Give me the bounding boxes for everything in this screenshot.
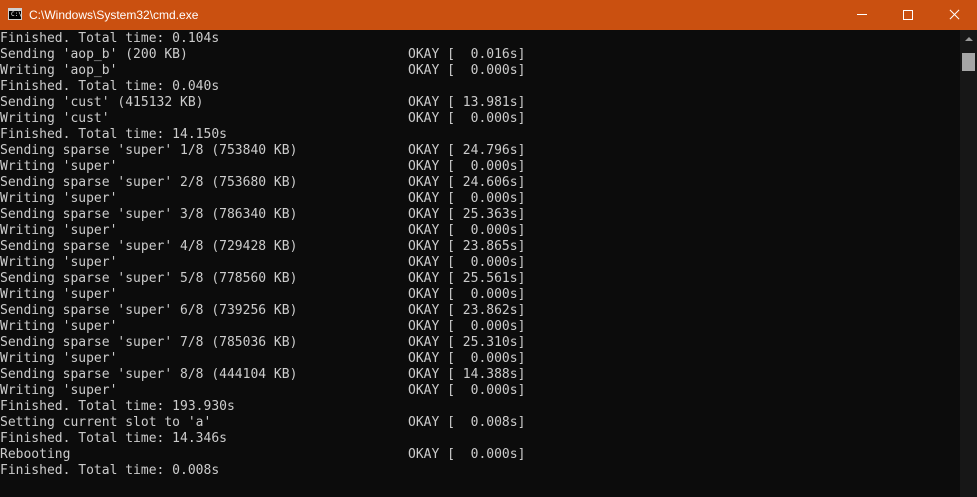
console-line-status: OKAY [ 23.865s] <box>408 239 526 254</box>
minimize-button[interactable] <box>839 0 885 30</box>
console-line-status: OKAY [ 0.000s] <box>408 351 526 366</box>
console-line-text: Writing 'super' <box>0 351 118 366</box>
console-line-text: Sending sparse 'super' 7/8 (785036 KB) <box>0 335 298 350</box>
window-title: C:\Windows\System32\cmd.exe <box>29 8 199 22</box>
console-line-text: Finished. Total time: 14.346s <box>0 431 227 446</box>
console-line-text: Sending 'cust' (415132 KB) <box>0 95 204 110</box>
scrollbar-thumb[interactable] <box>962 53 975 71</box>
console-line: Writing 'super' OKAY [ 0.000s] <box>0 159 960 175</box>
console-line-text: Rebooting <box>0 447 71 462</box>
console-line-text: Finished. Total time: 193.930s <box>0 399 235 414</box>
console-line-text: Writing 'super' <box>0 383 118 398</box>
console-line-status: OKAY [ 25.561s] <box>408 271 526 286</box>
console-line-status: OKAY [ 0.000s] <box>408 223 526 238</box>
console-line-text: Setting current slot to 'a' <box>0 415 212 430</box>
console-line-text: Sending sparse 'super' 8/8 (444104 KB) <box>0 367 298 382</box>
console-line: Finished. Total time: 14.346s <box>0 431 960 447</box>
console-line-text: Writing 'super' <box>0 159 118 174</box>
console-line-text: Writing 'super' <box>0 191 118 206</box>
console-line: Setting current slot to 'a' OKAY [ 0.008s… <box>0 415 960 431</box>
console-line: Writing 'cust' OKAY [ 0.000s] <box>0 111 960 127</box>
console-line: Sending sparse 'super' 1/8 (753840 KB) OK… <box>0 143 960 159</box>
console-line-status: OKAY [ 0.000s] <box>408 255 526 270</box>
console-line-status: OKAY [ 0.000s] <box>408 287 526 302</box>
console-line: Writing 'super' OKAY [ 0.000s] <box>0 351 960 367</box>
console-line: Rebooting OKAY [ 0.000s] <box>0 447 960 463</box>
close-button[interactable] <box>931 0 977 30</box>
console-line: Sending sparse 'super' 5/8 (778560 KB) OK… <box>0 271 960 287</box>
console-line: Sending 'cust' (415132 KB) OKAY [ 13.981s… <box>0 95 960 111</box>
console-line-status: OKAY [ 0.000s] <box>408 63 526 78</box>
console-line: Sending 'aop_b' (200 KB) OKAY [ 0.016s] <box>0 47 960 63</box>
console-line: Writing 'super' OKAY [ 0.000s] <box>0 223 960 239</box>
console-line-text: Writing 'super' <box>0 287 118 302</box>
console-line: Finished. Total time: 0.040s <box>0 79 960 95</box>
console-line: Writing 'aop_b' OKAY [ 0.000s] <box>0 63 960 79</box>
console-line-text: Sending sparse 'super' 1/8 (753840 KB) <box>0 143 298 158</box>
console-line-text: Sending sparse 'super' 5/8 (778560 KB) <box>0 271 298 286</box>
console-line-text: Sending sparse 'super' 3/8 (786340 KB) <box>0 207 298 222</box>
console-line-status: OKAY [ 0.000s] <box>408 159 526 174</box>
console-line: Finished. Total time: 193.930s <box>0 399 960 415</box>
cmd-app-icon[interactable]: C:\ <box>8 8 22 20</box>
console-line-status: OKAY [ 0.000s] <box>408 447 526 462</box>
console-line-status: OKAY [ 25.310s] <box>408 335 526 350</box>
title-bar[interactable]: C:\ C:\Windows\System32\cmd.exe <box>0 0 977 30</box>
console-line-text: Finished. Total time: 0.104s <box>0 31 220 46</box>
console-line-status: OKAY [ 13.981s] <box>408 95 526 110</box>
console-line-status: OKAY [ 23.862s] <box>408 303 526 318</box>
scroll-up-arrow-icon[interactable] <box>960 30 977 47</box>
console-line: Writing 'super' OKAY [ 0.000s] <box>0 191 960 207</box>
console-line-status: OKAY [ 14.388s] <box>408 367 526 382</box>
console-line-status: OKAY [ 0.000s] <box>408 383 526 398</box>
console-line: Writing 'super' OKAY [ 0.000s] <box>0 255 960 271</box>
console-line-text: Writing 'aop_b' <box>0 63 118 78</box>
console-line: Finished. Total time: 0.104s <box>0 31 960 47</box>
cmd-app-icon-text: C:\ <box>11 11 22 18</box>
console-output[interactable]: Finished. Total time: 0.104s Sending 'aop… <box>0 31 960 497</box>
console-line-status: OKAY [ 24.796s] <box>408 143 526 158</box>
maximize-button[interactable] <box>885 0 931 30</box>
console-line-text: Writing 'super' <box>0 223 118 238</box>
console-line-status: OKAY [ 0.008s] <box>408 415 526 430</box>
console-line-text: Writing 'cust' <box>0 111 110 126</box>
console-line: Sending sparse 'super' 4/8 (729428 KB) OK… <box>0 239 960 255</box>
console-line-text: Finished. Total time: 0.040s <box>0 79 220 94</box>
console-line-status: OKAY [ 25.363s] <box>408 207 526 222</box>
console-line: Sending sparse 'super' 8/8 (444104 KB) OK… <box>0 367 960 383</box>
console-line: Writing 'super' OKAY [ 0.000s] <box>0 319 960 335</box>
console-line-status: OKAY [ 24.606s] <box>408 175 526 190</box>
console-line: Writing 'super' OKAY [ 0.000s] <box>0 383 960 399</box>
console-line-status: OKAY [ 0.000s] <box>408 111 526 126</box>
console-line-text: Sending 'aop_b' (200 KB) <box>0 47 188 62</box>
console-line: Sending sparse 'super' 3/8 (786340 KB) OK… <box>0 207 960 223</box>
console-line-text: Finished. Total time: 14.150s <box>0 127 227 142</box>
console-line: Finished. Total time: 14.150s <box>0 127 960 143</box>
console-line: Sending sparse 'super' 2/8 (753680 KB) OK… <box>0 175 960 191</box>
console-line-status: OKAY [ 0.016s] <box>408 47 526 62</box>
console-line-status: OKAY [ 0.000s] <box>408 191 526 206</box>
console-line-text: Sending sparse 'super' 6/8 (739256 KB) <box>0 303 298 318</box>
console-line-status: OKAY [ 0.000s] <box>408 319 526 334</box>
console-line-text: Writing 'super' <box>0 255 118 270</box>
console-line: Writing 'super' OKAY [ 0.000s] <box>0 287 960 303</box>
console-line: Sending sparse 'super' 7/8 (785036 KB) OK… <box>0 335 960 351</box>
cmd-window: C:\ C:\Windows\System32\cmd.exe Finished… <box>0 0 977 497</box>
console-line-text: Finished. Total time: 0.008s <box>0 463 220 478</box>
console-line: Sending sparse 'super' 6/8 (739256 KB) OK… <box>0 303 960 319</box>
vertical-scrollbar[interactable] <box>960 30 977 497</box>
console-line-text: Writing 'super' <box>0 319 118 334</box>
console-line: Finished. Total time: 0.008s <box>0 463 960 479</box>
console-line-text: Sending sparse 'super' 2/8 (753680 KB) <box>0 175 298 190</box>
console-line-text: Sending sparse 'super' 4/8 (729428 KB) <box>0 239 298 254</box>
